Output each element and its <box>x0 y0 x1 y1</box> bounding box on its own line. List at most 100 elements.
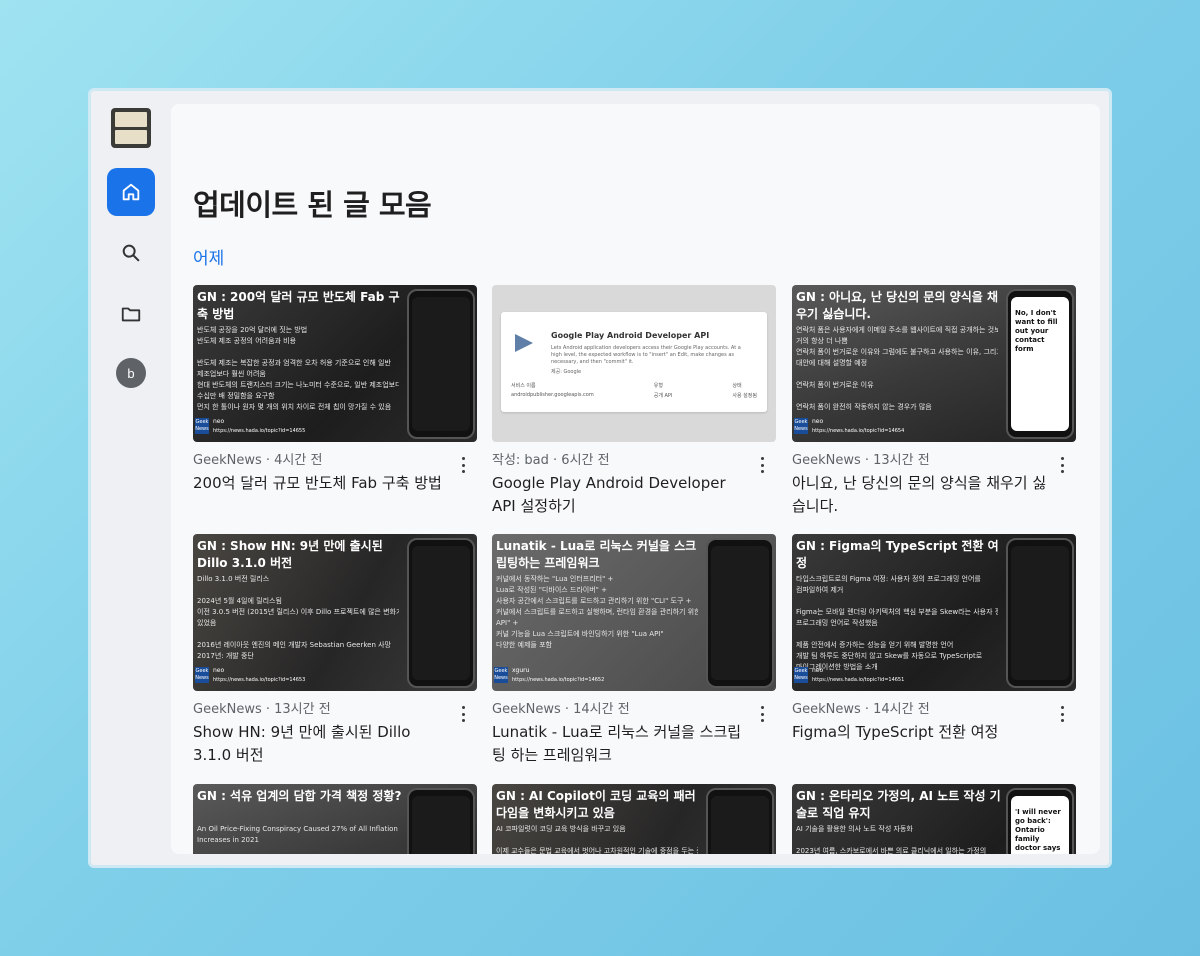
more-options-icon[interactable] <box>461 457 465 473</box>
thumbnail-author-block: xguru https://news.hada.io/topic?id=14652 <box>512 667 604 683</box>
article-thumbnail[interactable]: GN : Show HN: 9년 만에 출시된 Dillo 3.1.0 버전 Di… <box>193 534 477 691</box>
article-title[interactable]: Google Play Android Developer API 설정하기 <box>492 472 750 518</box>
thumbnail-summary: AI 기술을 활용한 의사 노트 작성 자동화 2023년 여름, 스카보로에서… <box>796 824 998 854</box>
api-meta-col: 상태 사용 설정됨 <box>732 382 757 399</box>
article-thumbnail[interactable]: Lunatik - Lua로 리눅스 커널을 스크립팅하는 프레임워크커널에서 … <box>492 534 776 691</box>
thumbnail-title: GN : 200억 달러 규모 반도체 Fab 구축 방법 <box>197 290 400 321</box>
api-meta-value: 공개 API <box>653 393 673 399</box>
thumbnail-url: https://news.hada.io/topic?id=14651 <box>812 677 905 683</box>
thumbnail-title: GN : 석유 업계의 담합 가격 책정 정황? <box>197 789 402 803</box>
thumbnail-summary: An Oil Price-Fixing Conspiracy Caused 27… <box>197 824 399 854</box>
phone-screen <box>711 546 769 680</box>
summary-line <box>197 629 399 640</box>
phone-screen <box>711 796 769 854</box>
article-card[interactable]: GN : 아니요, 난 당신의 문의 양식을 채우기 싫습니다. 연락처 폼은 사… <box>792 285 1076 518</box>
thumbnail-author: neo <box>213 667 225 674</box>
more-options-icon[interactable] <box>461 706 465 722</box>
summary-line: 2024년 5월 4일에 릴리스됨 <box>197 597 282 605</box>
summary-line: 먼지 한 톨이나 원자 몇 개의 위치 차이로 전체 칩이 망가질 수 있음 <box>197 403 392 411</box>
thumbnail-author: neo <box>812 418 824 425</box>
thumbnail-url: https://news.hada.io/topic?id=14652 <box>512 677 605 683</box>
nav-home-button[interactable] <box>107 168 155 216</box>
article-card[interactable]: GN : 석유 업계의 담합 가격 책정 정황? An Oil Price-Fix… <box>193 784 477 854</box>
article-title[interactable]: Figma의 TypeScript 전환 여정 <box>792 721 1050 744</box>
summary-line: 거의 항상 더 나쁨 <box>796 337 848 345</box>
article-card[interactable]: GN : Figma의 TypeScript 전환 여정 타입스크립트로의 Fig… <box>792 534 1076 744</box>
summary-line: 반도체 제조 공정의 어려움과 비용 <box>197 337 297 345</box>
summary-line: 제품 안전에서 증가하는 성능을 얻기 위해 발명한 언어 <box>796 641 954 649</box>
phone-mockup <box>706 788 774 854</box>
article-title[interactable]: Lunatik - Lua로 리눅스 커널을 스크립팅 하는 프레임워크 <box>492 721 750 767</box>
thumbnail-author-block: neo https://news.hada.io/topic?id=14655 <box>213 418 305 434</box>
summary-line: 커널에서 스크립트를 로드하고 실행하며, 런타임 환경을 관리하기 위한 "C <box>496 608 698 616</box>
summary-line: 개발 팀 하루도 중단하지 않고 Skew를 자동으로 TypeScript로 <box>796 652 983 660</box>
summary-line: 연락처 폼이 완전히 작동하지 않는 경우가 많음 <box>796 403 932 411</box>
summary-line: 있었음 <box>197 619 217 627</box>
summary-line: 현대 반도체의 트랜지스터 크기는 나노미터 수준으로, 일반 제조업보다 <box>197 381 399 389</box>
page-title: 업데이트 된 글 모음 <box>193 188 432 222</box>
summary-line <box>197 347 399 358</box>
summary-line: Dillo 3.1.0 버전 릴리스 <box>197 575 270 583</box>
more-options-icon[interactable] <box>1060 457 1064 473</box>
nav-search-button[interactable] <box>107 229 155 277</box>
article-source: GeekNews · 4시간 전 <box>193 453 323 468</box>
article-card[interactable]: GN : 온타리오 가정의, AI 노트 작성 기술로 직업 유지 AI 기술을 … <box>792 784 1076 854</box>
avatar[interactable]: b <box>116 358 146 388</box>
geeknews-logo: Geek News <box>195 418 209 434</box>
thumbnail-author: xguru <box>512 667 530 674</box>
summary-line: 이전 3.0.5 버전 (2015년 릴리스) 이후 Dillo 프로젝트에 많… <box>197 608 399 616</box>
more-options-icon[interactable] <box>760 706 764 722</box>
summary-line: 제조업보다 훨씬 어려움 <box>197 370 266 378</box>
article-card[interactable]: GN : 200억 달러 규모 반도체 Fab 구축 방법반도체 공장을 20억… <box>193 285 477 495</box>
article-thumbnail[interactable]: GN : AI Copilot이 코딩 교육의 패러다임을 변화시키고 있음 AI… <box>492 784 776 854</box>
thumbnail-title: GN : Figma의 TypeScript 전환 여정 <box>796 539 999 570</box>
summary-line: 2023년 여름, 스카보로에서 바쁜 의료 클리닉에서 일하는 가정의 <box>796 847 987 854</box>
api-meta-col: 서비스 이름 androidpublisher.googleapis.com <box>511 382 594 399</box>
summary-line: 다양한 예제들 포함 <box>496 641 552 649</box>
summary-line <box>796 391 998 402</box>
thumbnail-title: Lunatik - Lua로 리눅스 커널을 스크립팅하는 프레임워크 <box>496 539 697 570</box>
thumbnail-author: neo <box>812 667 824 674</box>
app-window: b 업데이트 된 글 모음 어제 GN : 200억 달러 규모 반도체 Fab… <box>88 88 1112 868</box>
article-thumbnail[interactable]: GN : 온타리오 가정의, AI 노트 작성 기술로 직업 유지 AI 기술을 … <box>792 784 1076 854</box>
summary-line <box>796 369 998 380</box>
article-title[interactable]: 아니요, 난 당신의 문의 양식을 채우기 싫습니다. <box>792 472 1050 518</box>
phone-mockup: 'I will never go back': Ontario family d… <box>1006 788 1074 854</box>
phone-screen <box>1011 546 1069 680</box>
summary-line <box>796 835 998 846</box>
article-source: GeekNews · 13시간 전 <box>193 702 331 717</box>
thumbnail-author-block: neo https://news.hada.io/topic?id=14654 <box>812 418 904 434</box>
search-icon <box>122 244 140 262</box>
more-options-icon[interactable] <box>760 457 764 473</box>
article-card[interactable]: Google Play Android Developer API Lets An… <box>492 285 776 518</box>
article-thumbnail[interactable]: GN : 200억 달러 규모 반도체 Fab 구축 방법반도체 공장을 20억… <box>193 285 477 442</box>
nav-folder-button[interactable] <box>107 290 155 338</box>
api-meta-value: androidpublisher.googleapis.com <box>511 392 594 398</box>
thumbnail-summary: 커널에서 동작하는 "Lua 인터프리터" + Lua로 작성된 "디바이스 드라… <box>496 574 698 651</box>
summary-line: Figma는 모바일 렌더링 아키텍처의 핵심 부분을 Skew라는 사용자 정… <box>796 608 998 616</box>
summary-line: Increases in 2021 <box>197 836 259 844</box>
geeknews-logo: Geek News <box>494 667 508 683</box>
article-thumbnail[interactable]: Google Play Android Developer API Lets An… <box>492 285 776 442</box>
more-options-icon[interactable] <box>1060 706 1064 722</box>
article-thumbnail[interactable]: GN : 석유 업계의 담합 가격 책정 정황? An Oil Price-Fix… <box>193 784 477 854</box>
summary-line: 반도체 공장을 20억 달러에 짓는 방법 <box>197 326 308 334</box>
article-thumbnail[interactable]: GN : 아니요, 난 당신의 문의 양식을 채우기 싫습니다. 연락처 폼은 사… <box>792 285 1076 442</box>
article-thumbnail[interactable]: GN : Figma의 TypeScript 전환 여정 타입스크립트로의 Fig… <box>792 534 1076 691</box>
geeknews-logo: Geek News <box>794 667 808 683</box>
summary-line: 수십만 배 정밀함을 요구함 <box>197 392 275 400</box>
phone-screen <box>412 546 470 680</box>
article-card[interactable]: GN : AI Copilot이 코딩 교육의 패러다임을 변화시키고 있음 AI… <box>492 784 776 854</box>
article-card[interactable]: Lunatik - Lua로 리눅스 커널을 스크립팅하는 프레임워크커널에서 … <box>492 534 776 767</box>
article-source: GeekNews · 14시간 전 <box>492 702 630 717</box>
thumbnail-footer: Geek News neo https://news.hada.io/topic?i… <box>794 667 904 683</box>
summary-line: API" + <box>496 619 519 627</box>
article-title[interactable]: Show HN: 9년 만에 출시된 Dillo 3.1.0 버전 <box>193 721 451 767</box>
article-card[interactable]: GN : Show HN: 9년 만에 출시된 Dillo 3.1.0 버전 Di… <box>193 534 477 767</box>
summary-line <box>796 596 998 607</box>
article-title[interactable]: 200억 달러 규모 반도체 Fab 구축 방법 <box>193 472 451 495</box>
phone-screen <box>412 297 470 431</box>
thumbnail-title: GN : AI Copilot이 코딩 교육의 패러다임을 변화시키고 있음 <box>496 789 696 820</box>
app-logo[interactable] <box>111 108 151 148</box>
phone-mockup <box>407 289 475 439</box>
